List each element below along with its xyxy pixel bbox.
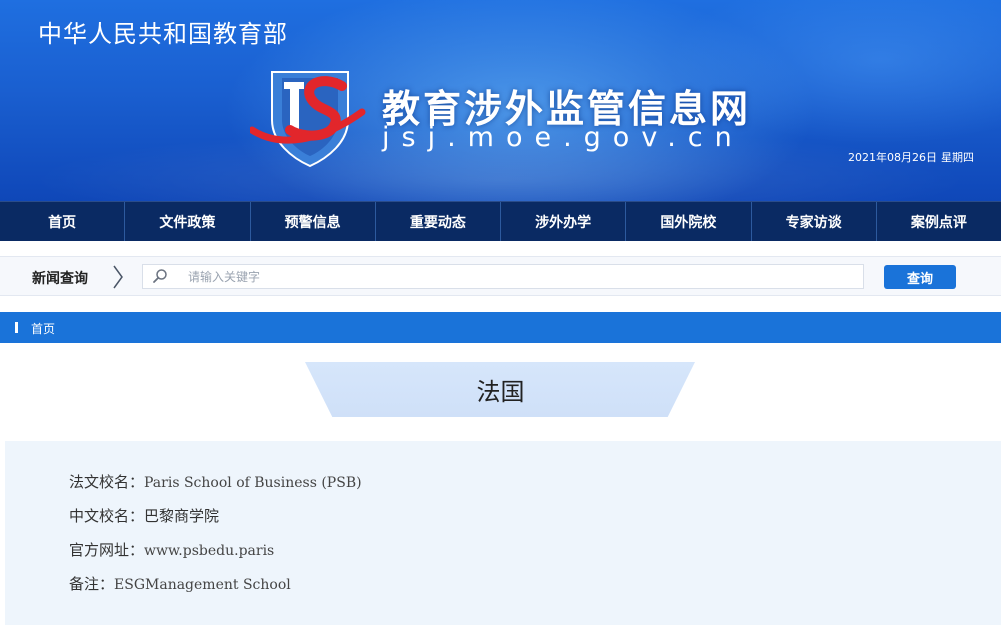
search-icon (153, 269, 167, 283)
nav-item-case-reviews[interactable]: 案例点评 (877, 202, 1001, 241)
info-row-note: 备注：ESGManagement School (69, 573, 291, 594)
country-title-band: 法国 (0, 358, 1001, 423)
nav-item-expert-interviews[interactable]: 专家访谈 (752, 202, 877, 241)
nav-item-news[interactable]: 重要动态 (376, 202, 501, 241)
nav-item-foreign-institutions[interactable]: 国外院校 (626, 202, 752, 241)
info-value-website[interactable]: www.psbedu.paris (144, 543, 274, 559)
breadcrumb: 首页 (0, 312, 1001, 343)
search-input[interactable] (142, 264, 864, 289)
chevron-right-icon (113, 265, 123, 289)
info-label: 官方网址： (69, 541, 145, 559)
breadcrumb-marker (15, 322, 18, 333)
info-label: 备注： (69, 575, 115, 593)
search-button[interactable]: 查询 (884, 265, 956, 289)
info-value: ESGManagement School (114, 577, 291, 593)
ministry-name[interactable]: 中华人民共和国教育部 (38, 14, 288, 49)
info-value: 巴黎商学院 (144, 507, 220, 525)
news-search-label: 新闻查询 (32, 271, 88, 287)
info-row-website: 官方网址：www.psbedu.paris (69, 539, 274, 560)
nav-item-home[interactable]: 首页 (0, 202, 126, 241)
info-label: 中文校名： (69, 507, 145, 525)
breadcrumb-home-link[interactable]: 首页 (31, 320, 55, 337)
news-search-bar: 新闻查询 查询 (0, 256, 1001, 296)
info-row-chinese-name: 中文校名：巴黎商学院 (69, 505, 219, 526)
institution-info-panel: 法文校名：Paris School of Business (PSB) 中文校名… (5, 441, 1001, 625)
nav-item-warnings[interactable]: 预警信息 (251, 202, 376, 241)
info-label: 法文校名： (69, 473, 145, 491)
nav-item-policy[interactable]: 文件政策 (125, 202, 251, 241)
current-date: 2021年08月26日 星期四 (844, 149, 974, 165)
weekday-text: 星期四 (941, 151, 974, 164)
site-header: 中华人民共和国教育部 教育涉外监管信息网 jsj.moe.gov.cn 2021… (0, 0, 1001, 201)
main-nav: 首页 文件政策 预警信息 重要动态 涉外办学 国外院校 专家访谈 案例点评 (0, 201, 1001, 241)
nav-item-foreign-schooling[interactable]: 涉外办学 (501, 202, 627, 241)
date-text: 2021年08月26日 (848, 151, 937, 164)
site-domain: jsj.moe.gov.cn (382, 122, 744, 153)
info-row-french-name: 法文校名：Paris School of Business (PSB) (69, 471, 362, 492)
country-title: 法国 (476, 378, 525, 406)
info-value: Paris School of Business (PSB) (144, 475, 362, 491)
site-logo-icon[interactable] (250, 68, 370, 168)
